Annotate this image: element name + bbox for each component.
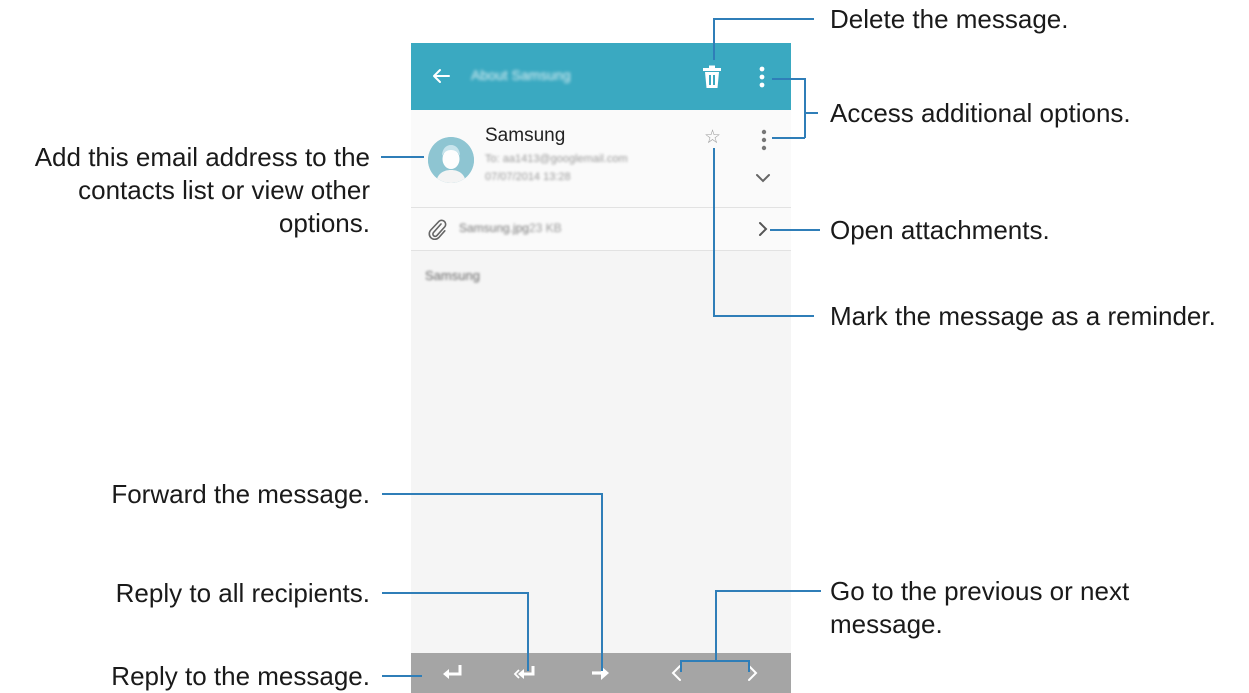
attachment-name: Samsung.jpg [459, 221, 530, 235]
callout-prev-next-line: Go to the previous or next [830, 576, 1130, 606]
callout-reminder: Mark the message as a reminder. [830, 301, 1216, 331]
more-vert-icon[interactable] [759, 129, 769, 151]
callout-add-contact-line: options. [278, 208, 370, 238]
previous-message-icon[interactable] [665, 661, 689, 685]
callout-line [382, 675, 422, 677]
callout-line [804, 78, 806, 138]
callout-reply: Reply to the message. [111, 661, 370, 691]
message-date: 07/07/2014 13:28 [485, 171, 571, 183]
callout-line [713, 148, 715, 316]
callout-add-contact: Add this email address to the contacts l… [35, 141, 370, 240]
callout-line [772, 78, 805, 80]
callout-line [382, 592, 529, 594]
callout-prev-next: Go to the previous or next message. [830, 575, 1129, 641]
callout-line [715, 590, 717, 662]
callout-reply-all: Reply to all recipients. [115, 578, 370, 608]
callout-line [770, 229, 820, 231]
callout-line [680, 660, 750, 662]
callout-attachments: Open attachments. [830, 215, 1050, 245]
chevron-right-icon[interactable] [756, 220, 770, 238]
chevron-down-icon[interactable] [753, 171, 773, 185]
callout-prev-next-line: message. [830, 609, 943, 639]
reply-icon[interactable] [440, 661, 464, 685]
recipient-address: To: aa1413@googlemail.com [485, 153, 628, 165]
reply-all-icon[interactable] [512, 661, 536, 685]
callout-line [680, 660, 682, 672]
back-arrow-icon[interactable] [429, 64, 453, 88]
next-message-icon[interactable] [740, 661, 764, 685]
paperclip-icon [428, 219, 447, 240]
person-icon [428, 137, 474, 183]
callout-line [713, 18, 715, 60]
callout-more-options: Access additional options. [830, 98, 1131, 128]
app-bar: About Samsung [411, 43, 791, 110]
message-body: Samsung [425, 268, 480, 283]
attachment-row[interactable]: Samsung.jpg 23 KB [411, 208, 791, 251]
sender-avatar[interactable] [428, 137, 474, 183]
callout-forward: Forward the message. [111, 479, 370, 509]
callout-line [748, 660, 750, 672]
callout-line [381, 156, 424, 158]
message-header: Samsung To: aa1413@googlemail.com 07/07/… [411, 110, 791, 208]
callout-line [715, 590, 821, 592]
callout-line [601, 493, 603, 671]
callout-add-contact-line: contacts list or view other [78, 175, 370, 205]
callout-line [527, 592, 529, 671]
app-bar-title: About Samsung [471, 67, 571, 83]
callout-line [804, 112, 818, 114]
trash-icon[interactable] [701, 65, 723, 89]
callout-line [382, 493, 602, 495]
callout-line [713, 18, 814, 20]
more-vert-icon[interactable] [756, 65, 768, 89]
forward-icon[interactable] [588, 661, 612, 685]
callout-delete: Delete the message. [830, 4, 1069, 34]
sender-name: Samsung [485, 125, 566, 146]
star-icon[interactable]: ☆ [704, 128, 721, 148]
callout-line [713, 315, 814, 317]
callout-line [772, 137, 805, 139]
attachment-size: 23 KB [529, 221, 562, 235]
callout-add-contact-line: Add this email address to the [34, 142, 370, 172]
